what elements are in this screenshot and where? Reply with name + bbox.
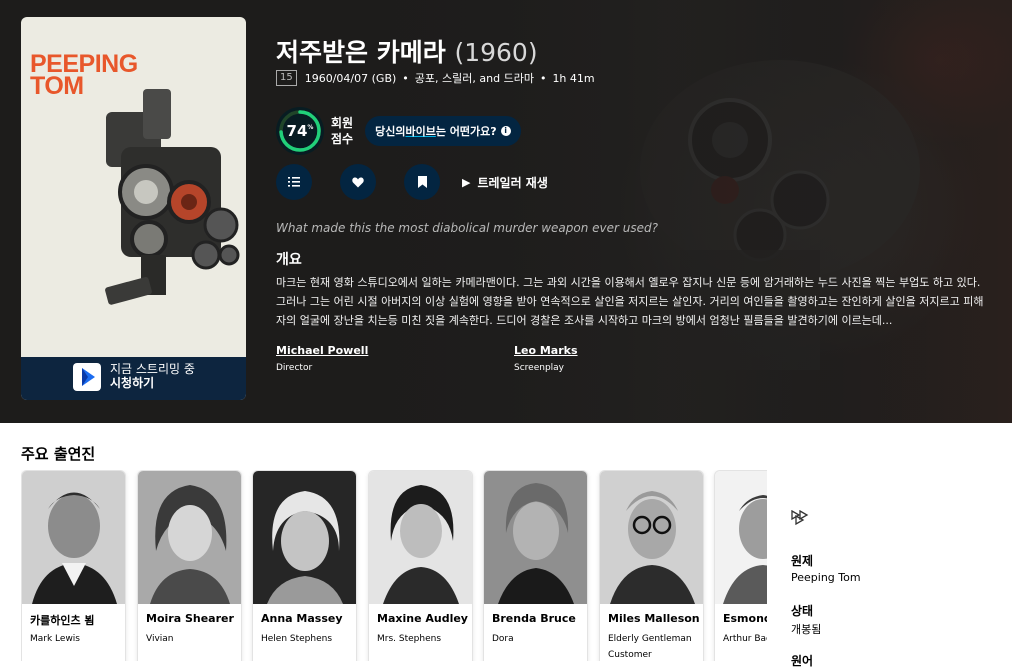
cast-name[interactable]: 카를하인츠 뵘 — [30, 612, 95, 628]
runtime: 1h 41m — [552, 71, 595, 85]
movie-facts: 15 1960/04/07 (GB) • 공포, 스릴러, and 드라마 • … — [276, 70, 595, 86]
cast-photo[interactable] — [22, 471, 125, 604]
cast-character: Helen Stephens — [261, 634, 333, 644]
camera-illustration — [105, 89, 240, 305]
vibe-button[interactable]: 당신의 바이브 는 어떤가요? i — [365, 116, 521, 146]
original-title-value: Peeping Tom — [791, 571, 861, 584]
play-trailer-button[interactable]: ▶ 트레일러 재생 — [462, 174, 548, 191]
cast-name[interactable]: Esmond Knight — [723, 612, 767, 625]
separator-dot: • — [539, 71, 547, 85]
movie-title: 저주받은 카메라 (1960) — [276, 36, 538, 70]
genres[interactable]: 공포, 스릴러, and 드라마 — [415, 70, 534, 86]
certification-badge: 15 — [276, 70, 297, 86]
cast-name[interactable]: Brenda Bruce — [492, 612, 576, 625]
cast-character: Vivian — [146, 634, 174, 644]
cast-photo[interactable] — [484, 471, 587, 604]
cast-photo[interactable] — [600, 471, 703, 604]
score-row: 74% 회원 점수 당신의 바이브 는 어떤가요? i — [276, 107, 521, 155]
favorite-button[interactable] — [340, 164, 376, 200]
info-icon[interactable]: i — [500, 126, 511, 136]
cast-card[interactable]: Brenda Bruce Dora — [483, 470, 588, 661]
crew-member: Leo Marks Screenplay — [514, 344, 578, 373]
cast-character: Mrs. Stephens — [377, 634, 442, 644]
separator-dot: • — [402, 71, 409, 85]
cast-card[interactable]: Moira Shearer Vivian — [137, 470, 242, 661]
overview-text: 마크는 현재 영화 스튜디오에서 일하는 카메라맨이다. 그는 과외 시간을 이… — [276, 276, 984, 327]
user-score-chart[interactable]: 74% — [276, 107, 324, 155]
tagline: What made this the most diabolical murde… — [276, 221, 659, 235]
cast-character: Mark Lewis — [30, 634, 80, 644]
crew-name[interactable]: Michael Powell — [276, 344, 368, 357]
crew-job: Screenplay — [514, 363, 564, 373]
crew-name[interactable]: Leo Marks — [514, 344, 578, 357]
action-buttons: ▶ 트레일러 재생 — [276, 164, 548, 200]
cast-name[interactable]: Anna Massey — [261, 612, 343, 625]
cast-scroller[interactable]: 카를하인츠 뵘 Mark Lewis Moira Shearer Vivian … — [21, 470, 767, 661]
cast-character: Dora — [492, 634, 514, 644]
cast-card[interactable]: Anna Massey Helen Stephens — [252, 470, 357, 661]
just-watch-icon[interactable] — [791, 509, 809, 530]
cast-photo[interactable] — [369, 471, 472, 604]
cast-card[interactable]: Esmond Knight Arthur Baden — [714, 470, 767, 661]
cast-character: Elderly Gentleman Customer — [608, 634, 692, 660]
cast-character: Arthur Baden — [723, 634, 767, 644]
add-to-list-button[interactable] — [276, 164, 312, 200]
cast-photo[interactable] — [715, 471, 767, 604]
cast-name[interactable]: Maxine Audley — [377, 612, 468, 625]
watch-now-line1: 지금 스트리밍 중 — [110, 362, 195, 376]
cast-card[interactable]: Miles Malleson Elderly Gentleman Custome… — [599, 470, 704, 661]
cast-name[interactable]: Moira Shearer — [146, 612, 234, 625]
vibe-link[interactable]: 바이브 — [405, 123, 435, 139]
title-text[interactable]: 저주받은 카메라 — [276, 38, 446, 67]
cast-photo[interactable] — [138, 471, 241, 604]
list-icon — [288, 177, 300, 187]
cast-name[interactable]: Miles Malleson — [608, 612, 700, 625]
user-score-value: 74% — [286, 122, 314, 140]
original-title-label: 원제 — [791, 554, 814, 568]
cast-heading: 주요 출연진 — [21, 445, 96, 463]
watch-now-text: 지금 스트리밍 중 시청하기 — [110, 362, 195, 390]
status-label: 상태 — [791, 604, 814, 618]
streaming-provider-icon — [73, 363, 101, 391]
cast-photo[interactable] — [253, 471, 356, 604]
cast-card[interactable]: 카를하인츠 뵘 Mark Lewis — [21, 470, 126, 661]
heart-icon — [352, 177, 364, 187]
play-icon: ▶ — [462, 175, 471, 189]
release-year: (1960) — [454, 38, 538, 67]
cast-card[interactable]: Maxine Audley Mrs. Stephens — [368, 470, 473, 661]
crew-job: Director — [276, 363, 313, 373]
play-trailer-label: 트레일러 재생 — [477, 175, 548, 190]
user-score-label: 회원 점수 — [331, 116, 354, 146]
watch-now-line2: 시청하기 — [110, 376, 155, 390]
crew-member: Michael Powell Director — [276, 344, 368, 373]
release-date: 1960/04/07 (GB) — [304, 71, 397, 85]
poster[interactable]: PEEPING TOM 지금 스트리밍 중 시청하기 — [21, 17, 246, 400]
watchlist-button[interactable] — [404, 164, 440, 200]
watch-now-banner[interactable]: 지금 스트리밍 중 시청하기 — [21, 357, 246, 400]
status-value: 개봉됨 — [791, 623, 822, 636]
overview-heading: 개요 — [276, 252, 302, 268]
hero-section: PEEPING TOM 지금 스트리밍 중 시청하기 저주받은 카메라 (196… — [0, 0, 1012, 423]
bookmark-icon — [417, 176, 427, 188]
